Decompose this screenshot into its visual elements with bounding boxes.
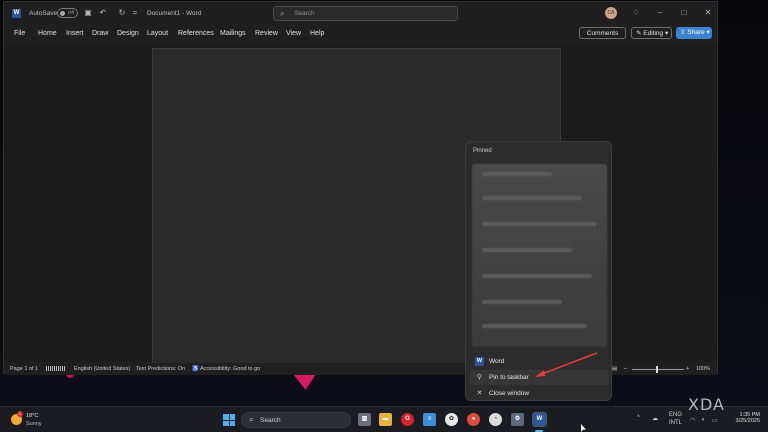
tab-layout[interactable]: Layout [147, 30, 168, 37]
word-taskbar-icon[interactable]: W [532, 412, 547, 427]
zoom-level[interactable]: 100% [696, 366, 710, 372]
comments-button[interactable]: Comments [579, 27, 626, 39]
file-explorer-icon[interactable]: ▬ [379, 413, 392, 426]
customize-toolbar-icon[interactable]: = [130, 8, 140, 18]
autosave-toggle[interactable]: Off [57, 8, 78, 18]
tab-review[interactable]: Review [255, 30, 278, 37]
wifi-icon[interactable]: ◠ [690, 417, 695, 424]
title-bar: W AutoSave Off ▣ ↶ ↻ = Document1 - Word … [4, 2, 717, 24]
xda-watermark: XDA [688, 395, 725, 414]
clock[interactable]: 1:35 PM 3/25/2025 [730, 412, 760, 424]
weather-temperature[interactable]: 18°C [26, 413, 38, 419]
redo-icon[interactable]: ↻ [117, 8, 127, 18]
language-status[interactable]: English (United States) [74, 366, 130, 372]
toggle-knob [60, 11, 65, 16]
start-button[interactable] [223, 414, 235, 426]
jumplist-header: Pinned [473, 148, 492, 154]
weather-condition[interactable]: Sunny [26, 421, 42, 427]
autosave-state: Off [68, 10, 74, 15]
cloud-icon[interactable]: ☁ [652, 415, 658, 422]
jumplist-item-label: Pin to taskbar [489, 374, 529, 381]
chevron-down-icon: ▾ [664, 30, 669, 37]
word-count-icon[interactable] [46, 366, 66, 371]
chevron-down-icon: ▾ [706, 29, 710, 36]
tab-references[interactable]: References [178, 30, 214, 37]
tab-home[interactable]: Home [38, 30, 57, 37]
share-button[interactable]: ⇪ Share ▾ [676, 27, 712, 39]
tab-draw[interactable]: Draw [92, 30, 108, 37]
task-view-icon[interactable]: ▥ [358, 413, 371, 426]
volume-icon[interactable]: ◖ [701, 417, 705, 423]
taskbar-search-placeholder: Search [260, 417, 281, 424]
close-icon[interactable]: ✕ [702, 7, 714, 19]
search-input[interactable]: ⌕ Search [273, 6, 458, 21]
editing-label: Editing [643, 30, 664, 37]
jumplist-item-label: Word [489, 358, 505, 365]
taskbar: 1 18°C Sunny ⌕ Search ▥ ▬ O ≡ ✿ ● ◔ ⚙ W … [0, 406, 768, 432]
lightbulb-icon[interactable]: ♢ [630, 7, 642, 19]
battery-icon[interactable]: ▭ [712, 417, 718, 424]
ribbon-tabs: File Home Insert Draw Design Layout Refe… [4, 26, 717, 42]
chrome-icon[interactable]: ● [467, 413, 480, 426]
settings-icon[interactable]: ⚙ [511, 413, 524, 426]
pin-icon: ⚲ [476, 374, 483, 381]
photos-icon[interactable]: ✿ [445, 413, 458, 426]
tab-help[interactable]: Help [310, 30, 324, 37]
accessibility-status[interactable]: Accessibility: Good to go [200, 366, 260, 372]
zoom-out-icon[interactable]: – [624, 366, 627, 372]
avatar[interactable]: CA [605, 7, 617, 19]
document-title: Document1 - Word [147, 10, 202, 17]
share-label: Share [687, 29, 705, 36]
clock-date: 3/25/2025 [735, 418, 760, 424]
save-icon[interactable]: ▣ [83, 8, 93, 18]
tab-design[interactable]: Design [117, 30, 139, 37]
close-icon: ✕ [476, 390, 483, 397]
maximize-icon[interactable]: □ [678, 7, 690, 19]
opera-icon[interactable]: O [401, 413, 414, 426]
zoom-in-icon[interactable]: + [686, 366, 689, 372]
jumplist-item-label: Close window [489, 390, 530, 397]
jumplist-item-close-window[interactable]: ✕ Close window [470, 386, 609, 401]
arrow-head [535, 370, 545, 377]
clock-app-icon[interactable]: ◔ [489, 413, 502, 426]
word-icon: W [475, 357, 484, 366]
page-count[interactable]: Page 1 of 1 [10, 366, 38, 372]
comments-label: Comments [586, 30, 619, 37]
tab-insert[interactable]: Insert [66, 30, 84, 37]
minimize-icon[interactable]: – [654, 7, 666, 19]
chevron-up-icon[interactable]: ^ [637, 415, 640, 421]
undo-icon[interactable]: ↶ [98, 8, 108, 18]
word-logo-icon: W [12, 9, 21, 18]
share-icon: ⇪ [680, 29, 686, 36]
pencil-icon: ✎ [636, 30, 642, 37]
search-icon: ⌕ [280, 9, 285, 18]
annotation-arrow [535, 352, 598, 377]
tab-file[interactable]: File [14, 30, 25, 37]
text-predictions-status[interactable]: Text Predictions: On [136, 366, 185, 372]
arrow-shaft [538, 352, 598, 376]
accessibility-icon: ♿ [192, 366, 199, 372]
zoom-slider-handle[interactable] [656, 366, 658, 373]
desktop: W AutoSave Off ▣ ↶ ↻ = Document1 - Word … [0, 0, 768, 432]
editing-mode-button[interactable]: ✎ Editing ▾ [631, 27, 672, 39]
autosave-label: AutoSave [29, 10, 58, 17]
language-indicator-top[interactable]: ENG [669, 412, 682, 418]
language-indicator-bottom[interactable]: INTL [669, 420, 682, 426]
tab-view[interactable]: View [286, 30, 301, 37]
zoom-slider[interactable] [632, 369, 684, 370]
tab-mailings[interactable]: Mailings [220, 30, 246, 37]
weather-badge: 1 [17, 411, 23, 417]
focus-icon[interactable]: ▤ [612, 366, 617, 372]
notepad-icon[interactable]: ≡ [423, 413, 436, 426]
search-placeholder: Search [294, 10, 315, 17]
search-icon: ⌕ [249, 415, 254, 424]
pinned-files-blurred [472, 164, 607, 347]
taskbar-search[interactable]: ⌕ Search [241, 412, 351, 428]
